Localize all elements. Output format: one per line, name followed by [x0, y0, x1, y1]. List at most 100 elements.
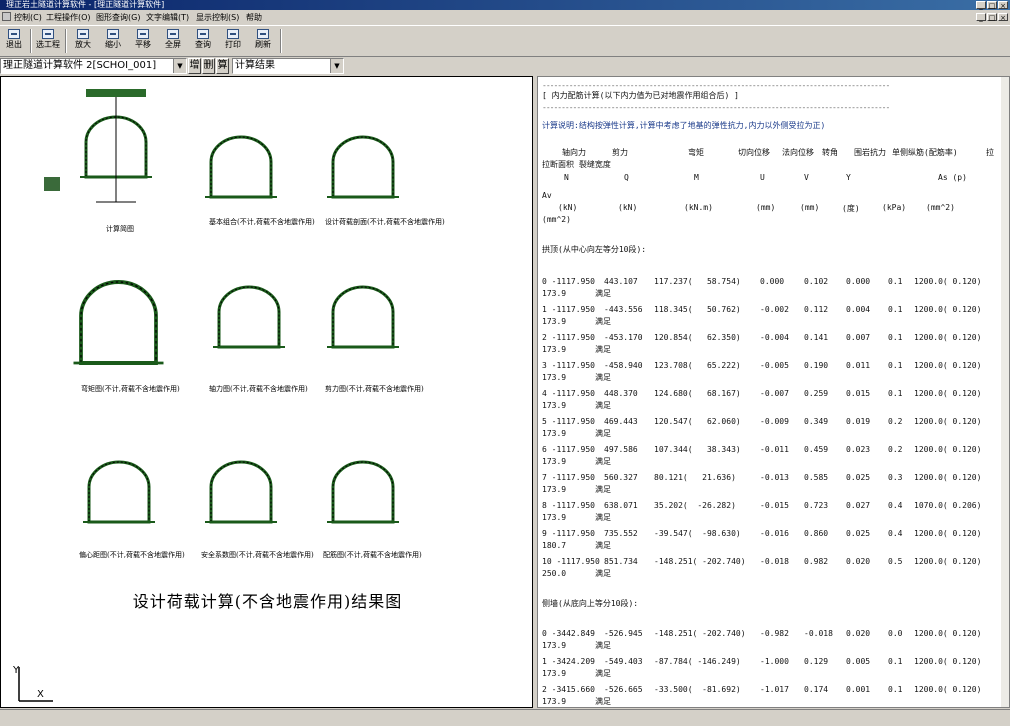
- col-header-2: 拉断面积 裂缝宽度: [542, 160, 611, 169]
- diagram-label: 设计荷载剖面(不计,荷载不含地震作用): [325, 218, 445, 226]
- result-combo[interactable]: 计算结果 ▼: [232, 58, 344, 74]
- table-cell: 0.1: [888, 333, 903, 342]
- minimize-button[interactable]: _: [976, 1, 986, 10]
- table-cell: -148.251( -202.740): [654, 557, 746, 566]
- delete-button[interactable]: 删: [202, 58, 215, 74]
- mdi-restore-button[interactable]: □: [987, 13, 997, 22]
- menu-graph-query[interactable]: 图形查询(G): [94, 11, 142, 24]
- table-cell: 0.019: [846, 417, 871, 426]
- table-cell: 0.1: [888, 685, 903, 694]
- diagram-label: 偏心距图(不计,荷载不含地震作用): [79, 551, 185, 559]
- section-heading: 拱顶(从中心向左等分10段):: [542, 245, 647, 254]
- design-load-diagram: [325, 135, 401, 199]
- table-cell: 0.0: [888, 629, 903, 638]
- calculate-button[interactable]: 算: [216, 58, 229, 74]
- refresh-button[interactable]: 刷新: [249, 28, 277, 54]
- title-bar: 理正岩土隧道计算软件 - [理正隧道计算软件] _ □ ×: [0, 0, 1010, 10]
- table-row-tail: 173.9 满足: [542, 697, 611, 706]
- table-cell: 0.4: [888, 501, 903, 510]
- project-combo[interactable]: 理正隧道计算软件 2[SCHOI_001] ▼: [0, 58, 187, 74]
- col-header: 弯矩: [688, 148, 704, 157]
- table-cell: 4 -1117.950: [542, 389, 595, 398]
- table-cell: 3 -1117.950: [542, 361, 595, 370]
- table-cell: 80.121( 21.636): [654, 473, 736, 482]
- table-cell: -0.982: [760, 629, 789, 638]
- table-cell: 0.129: [804, 657, 829, 666]
- mdi-close-button[interactable]: ×: [998, 13, 1008, 22]
- print-button[interactable]: 打印: [219, 28, 247, 54]
- table-cell: 0.585: [804, 473, 829, 482]
- table-cell: 35.202( -26.282): [654, 501, 736, 510]
- table-cell: 0.723: [804, 501, 829, 510]
- col-header: 转角: [822, 148, 838, 157]
- menu-text-edit[interactable]: 文字编辑(T): [144, 11, 191, 24]
- add-button[interactable]: 增: [188, 58, 201, 74]
- diagram-label: 基本组合(不计,荷载不含地震作用): [209, 218, 315, 226]
- menu-control[interactable]: 控制(C): [12, 11, 44, 24]
- table-cell: -0.011: [760, 445, 789, 454]
- maximize-button[interactable]: □: [987, 1, 997, 10]
- table-cell: 0.459: [804, 445, 829, 454]
- table-cell: -0.015: [760, 501, 789, 510]
- unit-symbol: M: [694, 173, 699, 182]
- table-cell: 1200.0( 0.120): [914, 417, 982, 426]
- mdi-minimize-button[interactable]: _: [976, 13, 986, 22]
- table-cell: 0.3: [888, 473, 903, 482]
- zoom-in-button[interactable]: 放大: [69, 28, 97, 54]
- table-row-tail: 173.9 满足: [542, 485, 611, 494]
- table-cell: 117.237( 58.754): [654, 277, 741, 286]
- table-cell: 0.860: [804, 529, 829, 538]
- col-header: 法向位移: [782, 148, 814, 157]
- table-cell: 735.552: [604, 529, 638, 538]
- table-row-tail: 173.9 满足: [542, 429, 611, 438]
- menu-help[interactable]: 帮助: [244, 11, 264, 24]
- pan-button[interactable]: 平移: [129, 28, 157, 54]
- drawing-canvas[interactable]: 计算简图 基本组合(不计,荷载不含地震作用) 设计荷载剖面(不计,荷载不含地震作…: [0, 76, 533, 708]
- table-cell: 120.854( 62.350): [654, 333, 741, 342]
- table-cell: 1200.0( 0.120): [914, 305, 982, 314]
- chevron-down-icon[interactable]: ▼: [173, 59, 186, 73]
- zoom-out-button[interactable]: 缩小: [99, 28, 127, 54]
- menu-bar: 控制(C) 工程操作(O) 图形查询(G) 文字编辑(T) 显示控制(S) 帮助…: [0, 10, 1010, 26]
- chevron-down-icon[interactable]: ▼: [330, 59, 343, 73]
- unit-symbol: V: [804, 173, 809, 182]
- table-cell: 0.004: [846, 305, 871, 314]
- table-cell: -0.016: [760, 529, 789, 538]
- table-cell: 1 -1117.950: [542, 305, 595, 314]
- results-text-panel[interactable]: ----------------------------------------…: [537, 76, 1010, 708]
- fullscreen-button[interactable]: 全屏: [159, 28, 187, 54]
- toolbar-separator: [30, 29, 32, 53]
- table-cell: 0 -1117.950: [542, 277, 595, 286]
- table-cell: 1200.0( 0.120): [914, 529, 982, 538]
- diagram-label: 计算简图: [106, 225, 134, 233]
- table-cell: 7 -1117.950: [542, 473, 595, 482]
- menu-display[interactable]: 显示控制(S): [194, 11, 241, 24]
- table-cell: 2 -1117.950: [542, 333, 595, 342]
- divider: ----------------------------------------…: [542, 81, 890, 90]
- table-cell: 1 -3424.209: [542, 657, 595, 666]
- unit-label: (度): [842, 204, 860, 213]
- table-cell: 9 -1117.950: [542, 529, 595, 538]
- vertical-scrollbar[interactable]: [1001, 77, 1009, 707]
- document-icon[interactable]: [2, 12, 11, 21]
- menu-project-ops[interactable]: 工程操作(O): [44, 11, 93, 24]
- table-cell: 0.982: [804, 557, 829, 566]
- table-cell: 0.007: [846, 333, 871, 342]
- query-button[interactable]: 查询: [189, 28, 217, 54]
- table-cell: 0.190: [804, 361, 829, 370]
- col-header: 轴向力: [562, 148, 586, 157]
- table-cell: 0.174: [804, 685, 829, 694]
- table-cell: 1200.0( 0.120): [914, 557, 982, 566]
- exit-button[interactable]: 退出: [0, 28, 28, 54]
- eccentricity-diagram: [81, 460, 157, 524]
- drawing-title: 设计荷载计算(不含地震作用)结果图: [132, 592, 403, 611]
- close-button[interactable]: ×: [998, 1, 1008, 10]
- table-cell: 497.586: [604, 445, 638, 454]
- table-cell: 0.1: [888, 361, 903, 370]
- table-row-tail: 173.9 满足: [542, 669, 611, 678]
- table-cell: -443.556: [604, 305, 643, 314]
- select-project-button[interactable]: 选工程: [34, 28, 62, 54]
- safety-factor-diagram: [203, 460, 279, 524]
- moment-diagram: [74, 282, 164, 363]
- axial-force-diagram: [211, 285, 287, 349]
